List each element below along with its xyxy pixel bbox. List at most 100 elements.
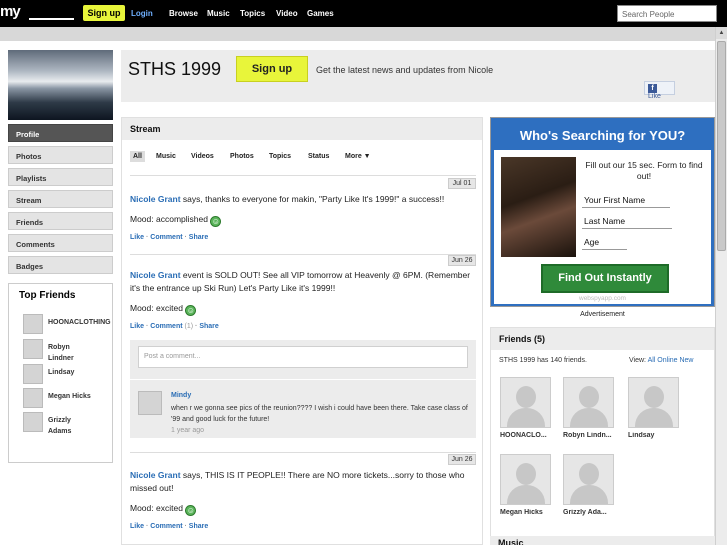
site-logo[interactable]: my [0, 3, 21, 20]
nav-games[interactable]: Games [307, 9, 334, 18]
post-comment-input[interactable]: Post a comment... [138, 346, 468, 368]
search-people-input[interactable]: Search People [617, 5, 717, 22]
ad-photo[interactable] [501, 157, 576, 257]
avatar[interactable] [23, 314, 43, 334]
like-link[interactable]: Like [130, 523, 144, 530]
profile-photo[interactable] [8, 50, 113, 120]
ad-first-name-field[interactable]: Your First Name [582, 193, 670, 208]
post-author[interactable]: Nicole Grant [130, 470, 181, 480]
filter-all[interactable]: All [130, 151, 145, 162]
post-author[interactable]: Nicole Grant [130, 270, 181, 280]
share-link[interactable]: Share [199, 323, 218, 330]
comment-link[interactable]: Comment [150, 523, 182, 530]
left-nav-friends[interactable]: Friends [8, 212, 113, 230]
ad-last-name-field[interactable]: Last Name [582, 214, 672, 229]
facebook-like-button[interactable]: fLike [644, 81, 675, 100]
like-label: Like [648, 93, 661, 100]
filter-photos[interactable]: Photos [230, 153, 254, 160]
ad-text: Fill out our 15 sec. Form to find out! [585, 160, 703, 181]
advertisement-label: Advertisement [580, 311, 625, 318]
nav-music[interactable]: Music [207, 9, 230, 18]
friend-name[interactable]: Megan Hicks [500, 509, 560, 516]
post-actions: Like · Comment · Share [130, 234, 208, 241]
left-nav-playlists[interactable]: Playlists [8, 168, 113, 186]
post-mood: Mood: excited ☺ [130, 302, 476, 316]
top-friend-name[interactable]: Grizzly Adams [48, 415, 84, 437]
mood-label: Mood: excited [130, 303, 183, 313]
left-nav-stream[interactable]: Stream [8, 190, 113, 208]
avatar[interactable] [23, 412, 43, 432]
like-link[interactable]: Like [130, 323, 144, 330]
comment-count: (1) [184, 323, 194, 330]
comment-link[interactable]: Comment [150, 323, 182, 330]
stream-post: Jun 26 Nicole Grant says, THIS IS IT PEO… [130, 454, 476, 526]
separator: · [145, 323, 149, 330]
post-text: says, THIS IS IT PEOPLE!! There are NO m… [130, 470, 465, 493]
filter-status[interactable]: Status [308, 153, 329, 160]
post-body: Nicole Grant says, thanks to everyone fo… [130, 178, 476, 206]
avatar[interactable] [23, 364, 43, 384]
avatar[interactable] [23, 388, 43, 408]
scroll-up-arrow-icon[interactable]: ▲ [716, 27, 727, 39]
left-nav-badges[interactable]: Badges [8, 256, 113, 274]
ad-url: webspyapp.com [579, 295, 626, 302]
friends-count-text: STHS 1999 has 140 friends. [499, 357, 587, 364]
like-link[interactable]: Like [130, 234, 144, 241]
mood-label: Mood: accomplished [130, 214, 208, 224]
signup-button-top[interactable]: Sign up [83, 5, 125, 21]
smiley-icon: ☺ [210, 216, 222, 227]
share-link[interactable]: Share [189, 234, 208, 241]
avatar[interactable] [628, 377, 679, 428]
avatar[interactable] [500, 454, 551, 505]
ad-find-out-button[interactable]: Find Out Instantly [541, 264, 669, 293]
view-all-link[interactable]: All [648, 357, 656, 364]
page-scrollbar[interactable]: ▲ [715, 27, 727, 545]
divider [130, 175, 476, 176]
view-online-link[interactable]: Online [657, 357, 677, 364]
scroll-thumb[interactable] [717, 41, 726, 251]
top-friend-name[interactable]: Robyn Lindner [48, 342, 84, 364]
page-title: STHS 1999 [128, 59, 222, 79]
separator: · [184, 523, 187, 530]
filter-topics[interactable]: Topics [269, 153, 291, 160]
post-actions: Like · Comment (1) · Share [130, 323, 219, 330]
left-nav-comments[interactable]: Comments [8, 234, 113, 252]
filter-videos[interactable]: Videos [191, 153, 214, 160]
advertisement-banner[interactable]: Who's Searching for YOU? Fill out our 15… [490, 117, 715, 307]
nav-video[interactable]: Video [276, 9, 298, 18]
avatar[interactable] [500, 377, 551, 428]
top-friend-name[interactable]: Megan Hicks [48, 391, 118, 402]
left-nav-photos[interactable]: Photos [8, 146, 113, 164]
signup-button[interactable]: Sign up [236, 56, 308, 82]
ad-body: Fill out our 15 sec. Form to find out! Y… [494, 150, 711, 304]
avatar[interactable] [138, 391, 162, 415]
ad-title: Who's Searching for YOU? [519, 128, 686, 143]
comment-text: when r we gonna see pics of the reunion?… [171, 405, 468, 423]
separator: · [195, 323, 198, 330]
filter-music[interactable]: Music [156, 153, 176, 160]
nav-topics[interactable]: Topics [240, 9, 265, 18]
friend-name[interactable]: Robyn Lindn... [563, 432, 623, 439]
share-link[interactable]: Share [189, 523, 208, 530]
login-link[interactable]: Login [131, 9, 153, 18]
friend-name[interactable]: Lindsay [628, 432, 688, 439]
post-author[interactable]: Nicole Grant [130, 194, 181, 204]
friend-name[interactable]: Grizzly Ada... [563, 509, 623, 516]
stream-title: Stream [122, 118, 482, 140]
avatar[interactable] [563, 454, 614, 505]
sub-header-bar [0, 27, 727, 41]
left-nav-profile[interactable]: Profile [8, 124, 113, 142]
post-body: Nicole Grant says, THIS IS IT PEOPLE!! T… [130, 454, 476, 495]
nav-browse[interactable]: Browse [169, 9, 198, 18]
top-friend-name[interactable]: Lindsay [48, 367, 118, 378]
view-new-link[interactable]: New [679, 357, 693, 364]
top-friend-name[interactable]: HOONACLOTHING [48, 317, 118, 328]
filter-more[interactable]: More ▼ [345, 153, 371, 160]
comment-link[interactable]: Comment [150, 234, 182, 241]
ad-age-field[interactable]: Age [582, 235, 627, 250]
friend-name[interactable]: HOONACLO... [500, 432, 560, 439]
avatar[interactable] [23, 339, 43, 359]
post-body: Nicole Grant event is SOLD OUT! See all … [130, 255, 476, 295]
avatar[interactable] [563, 377, 614, 428]
comment-author[interactable]: Mindy [171, 392, 191, 399]
